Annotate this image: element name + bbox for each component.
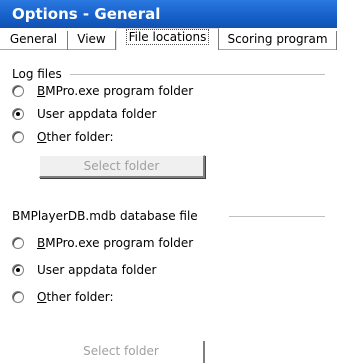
tab-file-locations[interactable]: File locations — [116, 28, 219, 50]
tab-file-locations-label: File locations — [125, 29, 210, 45]
window-title: Options - General — [12, 5, 161, 23]
radio-label: User appdata folder — [37, 107, 157, 121]
radio-label: BMPro.exe program folder — [37, 84, 194, 98]
log-files-divider — [70, 74, 325, 76]
tab-view-label: View — [77, 32, 106, 46]
tab-view[interactable]: View — [68, 31, 116, 50]
radio-button[interactable] — [12, 85, 24, 97]
database-group-title: BMPlayerDB.mdb database file — [12, 209, 198, 223]
radio-button-selected[interactable] — [12, 108, 24, 120]
log-select-folder-button[interactable]: Select folder — [39, 155, 205, 178]
database-divider — [229, 216, 325, 218]
tab-scoring-program-label: Scoring program — [227, 32, 328, 46]
tab-general[interactable]: General — [0, 31, 68, 50]
radio-button[interactable] — [12, 291, 24, 303]
tab-general-label: General — [9, 32, 58, 46]
radio-button[interactable] — [12, 131, 24, 143]
radio-label: Other folder: — [37, 290, 114, 304]
radio-button-selected[interactable] — [12, 264, 24, 276]
db-select-folder-button[interactable]: Select folder — [39, 341, 205, 363]
radio-button[interactable] — [12, 237, 24, 249]
radio-dot-icon — [16, 268, 20, 272]
radio-dot-icon — [16, 112, 20, 116]
log-files-group-title: Log files — [12, 67, 62, 81]
tab-scoring-program[interactable]: Scoring program — [219, 31, 337, 50]
tab-strip: General View File locations Scoring prog… — [0, 28, 337, 50]
title-bar: Options - General — [0, 0, 337, 28]
radio-label: BMPro.exe program folder — [37, 236, 194, 250]
radio-label: Other folder: — [37, 130, 114, 144]
radio-label: User appdata folder — [37, 263, 157, 277]
